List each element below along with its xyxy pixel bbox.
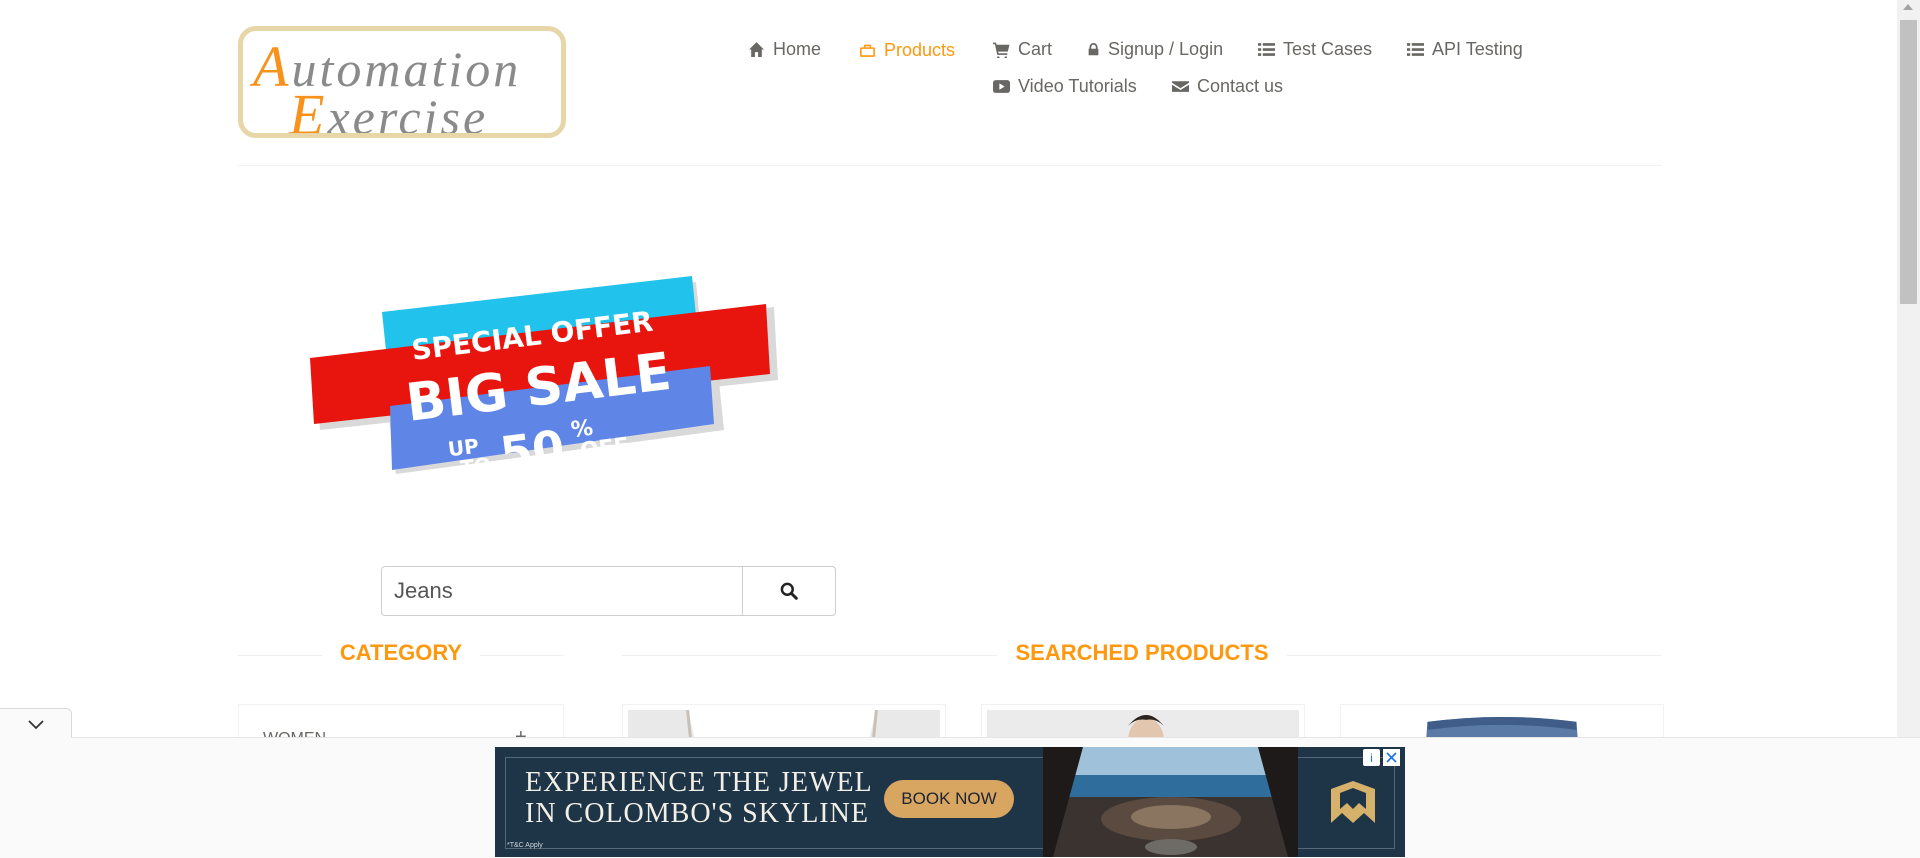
youtube-play-icon: [993, 80, 1010, 93]
ad-photo: [1043, 747, 1298, 857]
info-icon[interactable]: i: [1363, 749, 1380, 766]
nav-contact-label: Contact us: [1197, 76, 1284, 96]
nav-home[interactable]: Home: [748, 39, 821, 60]
nav-products-label: Products: [884, 40, 956, 60]
nav-video-tutorials-label: Video Tutorials: [1018, 76, 1137, 96]
nav-cart[interactable]: Cart: [993, 39, 1052, 60]
scrollbar-thumb[interactable]: [1900, 20, 1917, 304]
nav-signup-label: Signup / Login: [1108, 39, 1224, 59]
logo-cap-e: E: [289, 82, 328, 138]
nav-signup-login[interactable]: Signup / Login: [1087, 39, 1223, 60]
hotel-brand-logo: [1331, 781, 1375, 823]
banner-percent: 50: [497, 419, 567, 480]
nav-home-label: Home: [773, 39, 822, 59]
search-icon: [780, 582, 798, 600]
search-button[interactable]: [742, 566, 836, 616]
ad-headline: EXPERIENCE THE JEWEL IN COLOMBO'S SKYLIN…: [525, 767, 885, 829]
close-x-glyph: [1386, 752, 1397, 763]
ad-disclaimer: *T&C Apply: [507, 842, 543, 849]
book-now-button[interactable]: BOOK NOW: [884, 780, 1014, 818]
list-icon: [1258, 43, 1275, 56]
ad-collapse-toggle[interactable]: [0, 708, 72, 738]
nav-cart-label: Cart: [1018, 39, 1053, 59]
ad-headline-line-2: IN COLOMBO'S SKYLINE: [525, 798, 869, 829]
briefcase-icon: [860, 44, 875, 57]
nav-test-cases-label: Test Cases: [1283, 39, 1373, 59]
logo-text-2: xercise: [327, 89, 489, 138]
logo-line-2: Exercise: [289, 81, 489, 138]
chevron-down-icon: [27, 719, 44, 729]
nav-api-testing-label: API Testing: [1432, 39, 1523, 59]
category-title: Category: [238, 636, 564, 670]
shopping-cart-icon: [993, 42, 1010, 58]
search-input[interactable]: [381, 566, 751, 616]
ad-headline-line-1: EXPERIENCE THE JEWEL: [525, 767, 873, 798]
banner-to: TO: [459, 452, 492, 480]
scroll-up-arrow[interactable]: [1903, 4, 1913, 10]
searched-products-title: Searched Products: [622, 636, 1662, 670]
home-icon: [749, 42, 764, 57]
searched-products-heading: Searched Products: [997, 640, 1287, 666]
nav-video-tutorials[interactable]: Video Tutorials: [993, 76, 1137, 97]
list-icon: [1407, 43, 1424, 56]
nav-products[interactable]: Products: [859, 40, 955, 61]
nav-api-testing[interactable]: API Testing: [1407, 39, 1523, 60]
site-logo[interactable]: Automation Exercise: [238, 26, 566, 138]
close-icon[interactable]: [1383, 749, 1400, 766]
banner-off: OFF: [579, 433, 630, 464]
envelope-icon: [1172, 81, 1189, 92]
lock-icon: [1088, 43, 1099, 56]
logo-cap-a: A: [253, 34, 292, 99]
sale-banner: SPECIAL OFFER BIG SALE UP TO 50 % OFF: [310, 276, 778, 481]
nav-contact-us[interactable]: Contact us: [1172, 76, 1283, 97]
category-heading: Category: [321, 640, 481, 666]
advertisement-banner[interactable]: EXPERIENCE THE JEWEL IN COLOMBO'S SKYLIN…: [495, 747, 1405, 857]
nav-test-cases[interactable]: Test Cases: [1258, 39, 1372, 60]
header-divider: [238, 165, 1662, 166]
